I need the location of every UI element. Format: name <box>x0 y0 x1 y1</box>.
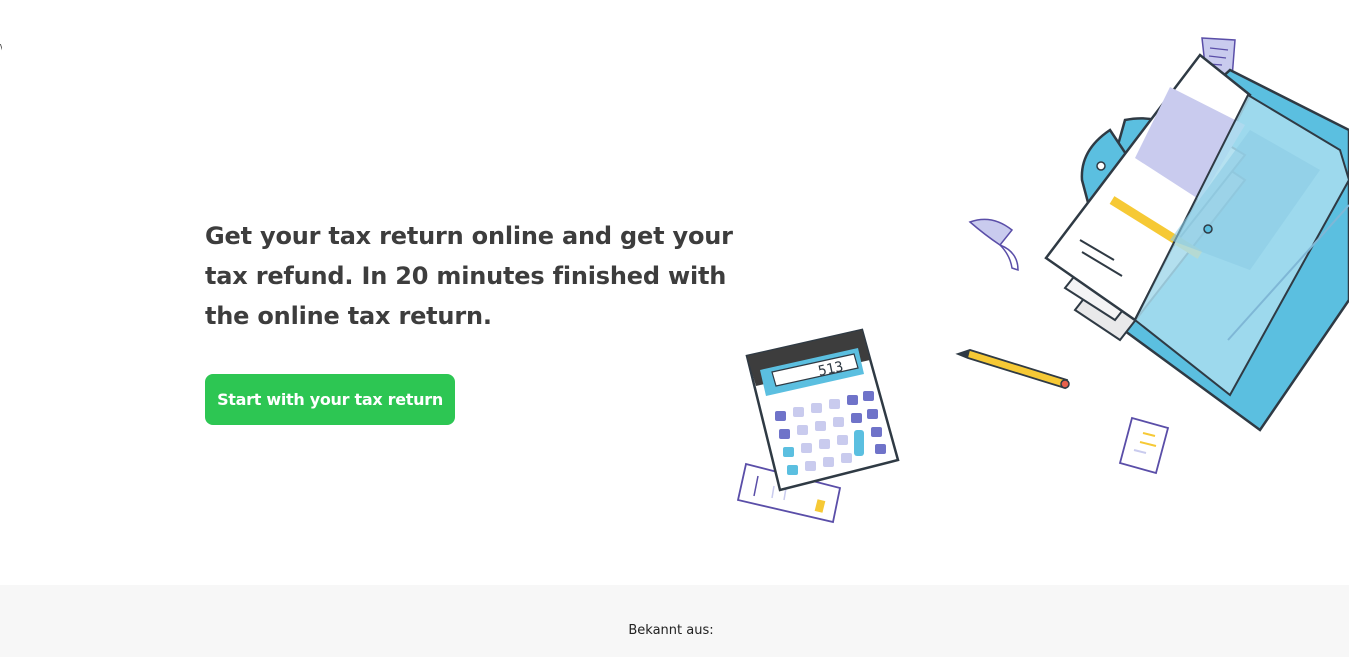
curled-scrap-icon <box>968 218 1019 272</box>
hero-section: \ Get your tax return online and get you… <box>0 0 1349 585</box>
pencil-icon <box>955 349 1070 390</box>
press-section: Bekannt aus: <box>0 585 1349 657</box>
press-label: Bekannt aus: <box>628 623 714 638</box>
calculator-icon: 513 <box>745 328 900 492</box>
tax-illustration: 513 <box>736 37 1349 524</box>
edge-artifact: \ <box>0 44 2 54</box>
start-tax-return-button[interactable]: Start with your tax return <box>205 374 455 425</box>
hero-headline: Get your tax return online and get your … <box>205 222 733 330</box>
receipt-icon <box>1118 416 1170 475</box>
